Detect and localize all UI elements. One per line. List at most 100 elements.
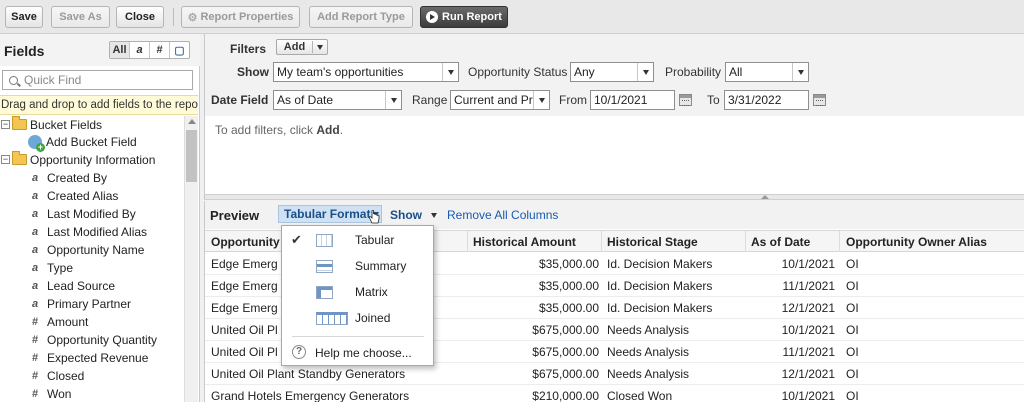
show-label: Show — [237, 65, 269, 79]
scroll-thumb[interactable] — [186, 130, 197, 182]
opp-status-select[interactable]: Any — [570, 62, 654, 82]
field-item[interactable]: # Won — [28, 385, 72, 402]
show-select[interactable]: My team's opportunities — [273, 62, 459, 82]
help-icon[interactable]: ? — [292, 345, 306, 359]
table-cell: 10/1/2021 — [781, 323, 835, 337]
menu-item-tabular[interactable]: ✔ Tabular — [282, 228, 433, 252]
panel-splitter[interactable] — [204, 194, 1024, 200]
table-cell: United Oil Pl — [211, 345, 278, 359]
text-field-icon: a — [31, 297, 39, 310]
text-field-icon: a — [31, 207, 39, 220]
calendar-icon[interactable] — [813, 94, 826, 106]
summary-icon — [316, 260, 333, 273]
scroll-up-icon[interactable] — [188, 119, 196, 124]
field-item-label: Created Alias — [47, 188, 119, 203]
field-item[interactable]: a Lead Source — [28, 277, 115, 294]
column-as-of-date[interactable]: As of Date — [751, 235, 810, 249]
column-historical-stage[interactable]: Historical Stage — [607, 235, 698, 249]
filters-panel: Filters Add Show My team's opportunities… — [204, 34, 1024, 194]
table-cell: OI — [846, 367, 859, 381]
add-report-type-button[interactable]: Add Report Type — [309, 6, 413, 28]
chevron-down-icon — [792, 63, 808, 81]
filter-all[interactable]: All — [110, 42, 130, 58]
field-item[interactable]: a Created By — [28, 169, 107, 186]
menu-item-matrix[interactable]: Matrix — [282, 280, 433, 304]
field-item[interactable]: # Expected Revenue — [28, 349, 148, 366]
table-row: United Oil Plant Standby Generators $675,… — [205, 363, 1024, 385]
hand-cursor-icon — [369, 210, 380, 224]
filters-hint: To add filters, click Add. — [215, 123, 343, 137]
filter-text-icon[interactable]: a — [130, 42, 150, 58]
show-menu-link[interactable]: Show — [390, 208, 437, 222]
field-item-label: Lead Source — [47, 278, 116, 293]
table-cell: OI — [846, 301, 859, 315]
chevron-down-icon[interactable] — [313, 44, 327, 50]
report-format-button[interactable]: Tabular Format — [278, 205, 382, 223]
column-opportunity-name[interactable]: Opportunity N — [211, 235, 292, 249]
tree-folder-opportunity[interactable]: − Opportunity Information — [1, 151, 155, 168]
add-bucket-field[interactable]: Add Bucket Field — [28, 133, 137, 152]
run-report-button[interactable]: Run Report — [420, 6, 508, 28]
splitter-grip-icon[interactable] — [758, 195, 772, 199]
add-filter-button[interactable]: Add — [276, 39, 328, 55]
chevron-down-icon — [431, 212, 437, 218]
gear-icon: ⚙ — [187, 11, 198, 24]
table-cell: Id. Decision Makers — [607, 301, 713, 315]
table-cell: OI — [846, 345, 859, 359]
filter-date-icon[interactable]: ▢ — [170, 42, 189, 58]
table-cell: 12/1/2021 — [781, 301, 835, 315]
field-item[interactable]: a Created Alias — [28, 187, 118, 204]
filter-number-icon[interactable]: # — [150, 42, 170, 58]
date-field-select[interactable]: As of Date — [273, 90, 402, 110]
from-date-input[interactable]: 10/1/2021 — [590, 90, 675, 110]
menu-item-label: Tabular — [355, 233, 395, 247]
report-format-menu: ✔ Tabular Summary Matrix Joined ? Help me ch… — [281, 225, 434, 366]
table-cell: Needs Analysis — [607, 323, 690, 337]
help-me-choose-link[interactable]: Help me choose... — [315, 346, 412, 360]
field-item[interactable]: # Opportunity Quantity — [28, 331, 157, 348]
column-historical-amount[interactable]: Historical Amount — [473, 235, 576, 249]
field-item[interactable]: a Type — [28, 259, 73, 276]
field-item[interactable]: a Opportunity Name — [28, 241, 144, 258]
field-item[interactable]: a Primary Partner — [28, 295, 131, 312]
quick-find-placeholder: Quick Find — [24, 73, 82, 87]
filters-bar: Filters Add Show My team's opportunities… — [205, 34, 1024, 116]
chevron-down-icon — [385, 91, 401, 109]
field-item-label: Created By — [47, 170, 108, 185]
number-field-icon: # — [31, 333, 39, 346]
field-item-label: Won — [47, 386, 72, 401]
menu-item-summary[interactable]: Summary — [282, 254, 433, 278]
table-cell: Needs Analysis — [607, 345, 690, 359]
field-item[interactable]: a Last Modified Alias — [28, 223, 147, 240]
table-cell: Edge Emerg — [211, 257, 278, 271]
remove-all-columns-link[interactable]: Remove All Columns — [447, 208, 558, 222]
calendar-icon[interactable] — [679, 94, 692, 106]
toolbar: Save Save As Close ⚙ Report Properties A… — [0, 0, 1024, 34]
range-select[interactable]: Current and Pr — [450, 90, 550, 110]
column-divider — [601, 231, 602, 252]
probability-label: Probability — [665, 65, 722, 79]
collapse-icon[interactable]: − — [1, 120, 10, 129]
menu-item-joined[interactable]: Joined — [282, 306, 433, 330]
tree-folder-bucket[interactable]: − Bucket Fields — [1, 116, 102, 133]
fields-scrollbar[interactable] — [184, 116, 198, 402]
number-field-icon: # — [31, 315, 39, 328]
field-item[interactable]: # Closed — [28, 367, 84, 384]
save-button[interactable]: Save — [5, 6, 43, 28]
quick-find-input[interactable]: Quick Find — [2, 70, 193, 90]
table-cell: $35,000.00 — [538, 279, 599, 293]
field-item[interactable]: # Amount — [28, 313, 88, 330]
menu-item-label: Matrix — [355, 285, 388, 299]
collapse-icon[interactable]: − — [1, 155, 10, 164]
field-item-label: Type — [47, 260, 74, 275]
folder-icon — [12, 116, 27, 130]
report-properties-button[interactable]: ⚙ Report Properties — [181, 6, 300, 28]
field-item[interactable]: a Last Modified By — [28, 205, 136, 222]
to-date-input[interactable]: 3/31/2022 — [724, 90, 809, 110]
table-cell: Grand Hotels Emergency Generators — [211, 389, 410, 402]
preview-title: Preview — [210, 208, 260, 223]
close-button[interactable]: Close — [116, 6, 164, 28]
column-owner-alias[interactable]: Opportunity Owner Alias — [846, 235, 987, 249]
save-as-button[interactable]: Save As — [51, 6, 110, 28]
probability-select[interactable]: All — [725, 62, 809, 82]
